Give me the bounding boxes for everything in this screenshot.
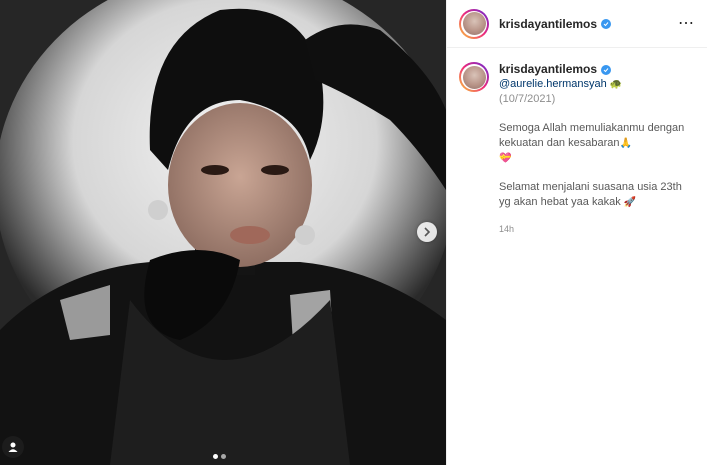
heart-gift-emoji-icon: 💝 xyxy=(499,153,512,164)
verified-badge-icon xyxy=(601,18,612,29)
caption-date: (10/7/2021) xyxy=(499,93,556,105)
rocket-emoji-icon: 🚀 xyxy=(623,197,637,208)
more-options-icon[interactable]: ⋯ xyxy=(678,15,695,32)
post-photo xyxy=(0,0,446,465)
caption-username[interactable]: krisdayantilemos xyxy=(499,62,597,77)
caption-paragraph-2: Selamat menjalani suasana usia 23th yg a… xyxy=(499,180,695,210)
caption-paragraph-1: Semoga Allah memuliakanmu dengan kekuata… xyxy=(499,121,695,166)
verified-badge-icon xyxy=(601,64,612,75)
avatar[interactable] xyxy=(459,8,489,39)
caption-body: krisdayantilemos @aurelie.hermansyah 🐢 (… xyxy=(499,62,695,237)
carousel-dot-active xyxy=(213,454,218,459)
chevron-right-icon xyxy=(424,227,431,237)
post-sidebar: krisdayantilemos ⋯ krisdayantilemos @aur… xyxy=(446,0,707,465)
caption-mention-link[interactable]: @aurelie.hermansyah 🐢 xyxy=(499,77,695,92)
caption: krisdayantilemos @aurelie.hermansyah 🐢 (… xyxy=(447,48,707,237)
instagram-post: krisdayantilemos ⋯ krisdayantilemos @aur… xyxy=(0,0,707,465)
caption-username-row: krisdayantilemos xyxy=(499,62,695,77)
caption-line-2: Selamat menjalani suasana usia 23th yg a… xyxy=(499,181,682,208)
user-icon xyxy=(8,442,18,452)
pray-emoji-icon: 🙏 xyxy=(619,138,632,149)
post-media[interactable] xyxy=(0,0,446,465)
carousel-indicator xyxy=(213,454,226,459)
tagged-users-button[interactable] xyxy=(2,436,24,458)
caption-line-1: Semoga Allah memuliakanmu dengan kekuata… xyxy=(499,122,685,149)
post-timestamp[interactable]: 14h xyxy=(499,222,695,237)
caption-avatar[interactable] xyxy=(459,62,489,92)
post-header: krisdayantilemos ⋯ xyxy=(447,0,707,48)
header-username[interactable]: krisdayantilemos xyxy=(499,17,597,31)
carousel-dot xyxy=(221,454,226,459)
turtle-emoji-icon: 🐢 xyxy=(609,79,623,90)
carousel-next-button[interactable] xyxy=(417,222,437,242)
